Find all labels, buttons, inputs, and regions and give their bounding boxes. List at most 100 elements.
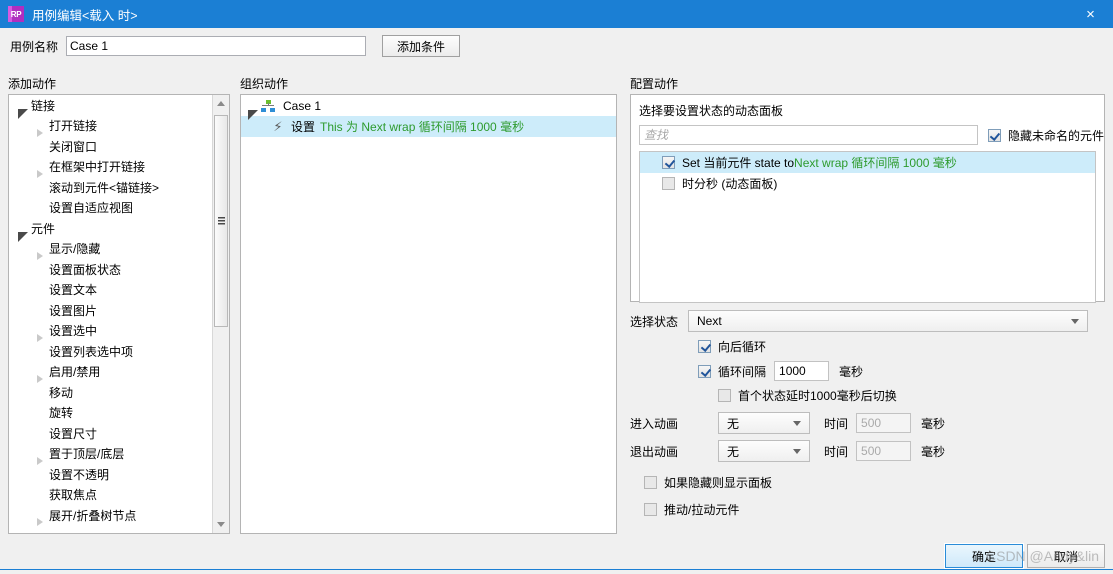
exit-animation-row: 退出动画 无 时间 毫秒 xyxy=(630,440,1105,462)
scroll-up-icon[interactable] xyxy=(213,95,229,112)
action-tree-item[interactable]: 设置自适应视图 xyxy=(9,198,213,219)
search-input[interactable] xyxy=(639,125,978,145)
action-tree-item[interactable]: 打开链接 xyxy=(9,116,213,137)
state-select[interactable]: Next xyxy=(688,310,1088,332)
action-tree-item-label: 旋转 xyxy=(49,406,74,421)
repeat-interval-check-icon[interactable] xyxy=(698,364,711,378)
dynamic-panel-check-icon[interactable] xyxy=(662,156,675,169)
action-tree-item-label: 启用/禁用 xyxy=(49,365,101,380)
first-state-delay-check-icon[interactable] xyxy=(718,389,731,402)
add-action-tree[interactable]: 链接打开链接关闭窗口在框架中打开链接滚动到元件<锚链接> 设置自适应视图元件显示/… xyxy=(9,95,213,533)
dynamic-panel-label-detail: Next wrap 循环间隔 1000 毫秒 xyxy=(794,156,957,170)
exit-time-label: 时间 xyxy=(824,444,849,459)
action-tree-item-label: 打开链接 xyxy=(49,119,98,134)
action-tree-item-label: 设置文本 xyxy=(49,283,98,298)
action-tree-item[interactable]: 设置面板状态 xyxy=(9,259,213,280)
repeat-interval-row: 循环间隔 毫秒 xyxy=(698,361,1105,381)
close-icon[interactable]: × xyxy=(1068,0,1113,28)
chevron-down-icon xyxy=(1071,319,1079,324)
dynamic-panel-selector-title: 选择要设置状态的动态面板 xyxy=(639,104,784,118)
action-tree-item[interactable]: 设置列表选中项 xyxy=(9,341,213,362)
action-tree-item[interactable]: 在框架中打开链接 xyxy=(9,157,213,178)
action-tree-item-label: 设置图片 xyxy=(49,303,98,318)
cancel-button[interactable]: 取消 xyxy=(1027,544,1105,568)
state-select-row: 选择状态 Next xyxy=(630,310,1105,332)
enter-animation-label: 进入动画 xyxy=(630,416,679,431)
app-logo-icon: RP xyxy=(8,6,24,22)
add-action-tree-scrollbar[interactable] xyxy=(212,95,229,533)
show-if-hidden-label: 如果隐藏则显示面板 xyxy=(664,476,773,490)
hide-unnamed-label: 隐藏未命名的元件 xyxy=(1007,128,1104,143)
action-tree-item-label: 在框架中打开链接 xyxy=(49,160,146,175)
organize-action-row[interactable]: ⚡ 设置 This 为 Next wrap 循环间隔 1000 毫秒 xyxy=(241,116,616,137)
action-tree-item-label: 链接 xyxy=(31,98,56,113)
action-tree-item[interactable]: 设置选中 xyxy=(9,321,213,342)
action-tree-item[interactable]: 设置图片 xyxy=(9,300,213,321)
state-settings: 选择状态 Next 向后循环 循环间隔 毫秒 首个状态延时1000毫秒后切换 进… xyxy=(630,310,1105,524)
case-name-input[interactable] xyxy=(66,36,367,56)
action-tree-item[interactable]: 设置尺寸 xyxy=(9,423,213,444)
organize-action-heading: 组织动作 xyxy=(240,77,289,91)
show-if-hidden-check-icon[interactable] xyxy=(644,476,657,489)
first-state-delay-label: 首个状态延时1000毫秒后切换 xyxy=(738,389,897,403)
lightning-bolt-icon: ⚡ xyxy=(273,119,283,134)
repeat-interval-input[interactable] xyxy=(774,361,830,381)
action-tree-item[interactable]: 获取焦点 xyxy=(9,485,213,506)
dynamic-panel-check-icon[interactable] xyxy=(662,177,675,190)
show-if-hidden-row[interactable]: 如果隐藏则显示面板 xyxy=(644,474,1105,491)
case-name-label: 用例名称 xyxy=(10,39,59,54)
case-node-icon xyxy=(261,99,275,112)
hide-unnamed-checkbox[interactable]: 隐藏未命名的元件 xyxy=(987,127,1104,144)
exit-animation-select[interactable]: 无 xyxy=(718,440,810,462)
action-tree-item[interactable]: 置于顶层/底层 xyxy=(9,444,213,465)
action-tree-item[interactable]: 元件 xyxy=(9,218,213,243)
action-tree-item-label: 设置尺寸 xyxy=(49,426,98,441)
hide-unnamed-check-icon[interactable] xyxy=(987,128,1001,142)
dynamic-panel-row[interactable]: Set 当前元件 state to Next wrap 循环间隔 1000 毫秒 xyxy=(640,152,1095,173)
dynamic-panel-list[interactable]: Set 当前元件 state to Next wrap 循环间隔 1000 毫秒… xyxy=(639,151,1096,303)
enter-animation-row: 进入动画 无 时间 毫秒 xyxy=(630,412,1105,434)
action-tree-item-label: 置于顶层/底层 xyxy=(49,447,125,462)
enter-time-input[interactable] xyxy=(856,413,912,433)
action-tree-item[interactable]: 移动 xyxy=(9,382,213,403)
action-tree-item[interactable]: 设置文本 xyxy=(9,280,213,301)
action-tree-item-label: 展开/折叠树节点 xyxy=(49,508,137,523)
wrap-backward-row[interactable]: 向后循环 xyxy=(698,338,1105,355)
action-tree-item-label: 移动 xyxy=(49,385,74,400)
organize-action-detail: This 为 Next wrap 循环间隔 1000 毫秒 xyxy=(320,120,525,134)
wrap-backward-check-icon[interactable] xyxy=(698,340,711,353)
push-pull-label: 推动/拉动元件 xyxy=(664,503,740,517)
action-tree-item-label: 设置自适应视图 xyxy=(49,201,134,216)
scroll-down-icon[interactable] xyxy=(213,516,229,533)
action-tree-item[interactable]: 启用/禁用 xyxy=(9,362,213,383)
dynamic-panel-label: Set 当前元件 state to xyxy=(682,156,795,170)
action-tree-item-label: 元件 xyxy=(31,221,56,236)
action-tree-item[interactable]: 旋转 xyxy=(9,403,213,424)
organize-case-node[interactable]: Case 1 xyxy=(241,95,616,120)
action-tree-item[interactable]: 链接 xyxy=(9,95,213,120)
action-tree-item[interactable]: 关闭窗口 xyxy=(9,136,213,157)
exit-time-input[interactable] xyxy=(856,441,912,461)
chevron-down-icon xyxy=(793,449,801,454)
enter-animation-select[interactable]: 无 xyxy=(718,412,810,434)
push-pull-check-icon[interactable] xyxy=(644,503,657,516)
dynamic-panel-row[interactable]: 时分秒 (动态面板) xyxy=(640,173,1095,194)
enter-time-unit: 毫秒 xyxy=(921,416,946,431)
first-state-delay-row[interactable]: 首个状态延时1000毫秒后切换 xyxy=(718,387,1105,404)
ok-button[interactable]: 确定 xyxy=(944,543,1024,569)
action-tree-item[interactable]: 滚动到元件<锚链接> xyxy=(9,177,213,198)
add-condition-button[interactable]: 添加条件 xyxy=(382,35,461,57)
repeat-interval-label: 循环间隔 xyxy=(718,364,767,379)
exit-time-unit: 毫秒 xyxy=(921,444,946,459)
footer-divider xyxy=(0,569,1113,570)
scrollbar-thumb[interactable] xyxy=(214,115,228,327)
chevron-down-icon xyxy=(793,421,801,426)
action-tree-item[interactable]: 显示/隐藏 xyxy=(9,239,213,260)
state-select-label: 选择状态 xyxy=(630,314,679,329)
dynamic-panel-label: 时分秒 (动态面板) xyxy=(682,177,778,191)
action-tree-item-label: 设置选中 xyxy=(49,324,98,339)
action-tree-item[interactable]: 展开/折叠树节点 xyxy=(9,505,213,527)
action-tree-item[interactable]: 设置不透明 xyxy=(9,464,213,485)
action-tree-item-label: 设置不透明 xyxy=(49,467,110,482)
push-pull-row[interactable]: 推动/拉动元件 xyxy=(644,501,1105,518)
